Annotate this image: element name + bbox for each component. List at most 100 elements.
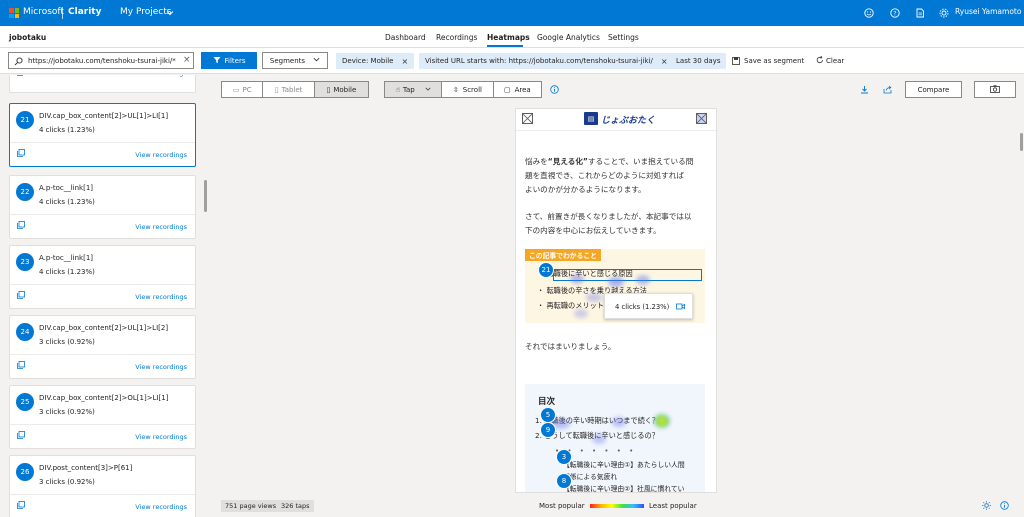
list-item[interactable]: 26 DIV.post_content[3]>P[61] 3 clicks (0.9… [9,455,196,517]
compare-button[interactable]: Compare [905,81,962,98]
view-recordings-link[interactable]: View recordings [135,151,187,159]
page-scrollbar[interactable] [1020,133,1023,151]
chip-device[interactable]: Device: Mobile × [336,53,415,69]
card-divider [10,354,195,355]
device-mobile-label: Mobile [333,85,357,94]
copy-icon[interactable] [17,75,25,78]
product-name[interactable]: Clarity [68,7,101,17]
text-span: 再転職のメリット [546,301,604,310]
device-tablet-label: Tablet [281,85,303,94]
clear-link[interactable]: Clear [826,57,844,65]
toc-link[interactable]: 【転職後に辛い理由②】社風に慣れてい [563,483,684,492]
legend-most-popular: Most popular [539,502,585,510]
screenshot-button[interactable] [974,81,1016,98]
element-clicks: 4 clicks (1.23%) [39,126,95,134]
copy-icon[interactable] [17,221,25,231]
device-mobile-button[interactable]: ▯ Mobile [314,82,368,97]
filters-button[interactable]: Filters [201,52,257,69]
save-as-segment-link[interactable]: Save as segment [744,57,804,65]
clear-icon[interactable] [816,55,824,66]
summary-box-title: この記事でわかること [525,249,601,261]
tab-recordings[interactable]: Recordings [436,33,477,42]
device-tablet-button[interactable]: ▯ Tablet [263,82,315,97]
smiley-icon[interactable] [864,8,874,18]
mode-scroll-button[interactable]: ⇳ Scroll [442,82,494,97]
copy-icon[interactable] [17,431,25,441]
heat-blob [586,293,602,302]
remove-chip-icon[interactable]: × [661,57,668,66]
view-recordings-link[interactable]: View recordings [135,293,187,301]
brand-name: Microsoft [23,7,64,17]
element-clicks: 3 clicks (0.92%) [39,408,95,416]
remove-chip-icon[interactable]: × [402,57,409,66]
taps-badge: 326 taps [277,500,314,512]
brightness-icon[interactable] [982,501,991,510]
url-search-input[interactable]: https://jobotaku.com/tenshoku-tsurai-jik… [8,52,194,69]
list-item[interactable]: 22 A.p-toc__link[1] 4 clicks (1.23%) View r… [9,175,196,239]
user-name[interactable]: Ryusei Yamamoto [955,7,1021,16]
view-recordings-link[interactable]: View recordings [135,433,187,441]
list-item[interactable]: 24 DIV.cap_box_content[2]>UL[1]>LI[2] 3 cl… [9,315,196,379]
document-icon[interactable] [915,8,925,18]
list-item[interactable]: View recordings [9,75,196,93]
site-logo-icon: ▤ [584,112,598,125]
help-icon[interactable]: ? [890,8,900,18]
info-icon[interactable] [1000,501,1009,510]
heat-blob [608,277,624,287]
view-recordings-link[interactable]: View recordings [135,75,187,77]
view-recordings-link[interactable]: View recordings [135,223,187,231]
chip-visited-url[interactable]: Visited URL starts with: https://jobotak… [419,53,674,69]
click-marker[interactable]: 21 [538,262,554,278]
site-header: ▤ じょぶおたく [516,109,716,131]
element-clicks: 3 clicks (0.92%) [39,338,95,346]
copy-icon[interactable] [17,361,25,371]
url-value: https://jobotaku.com/tenshoku-tsurai-jik… [28,57,176,65]
segments-dropdown[interactable]: Segments [262,52,328,69]
settings-icon[interactable] [939,8,949,18]
list-item[interactable]: 21 DIV.cap_box_content[2]>UL[1]>LI[1] 4 cl… [9,103,196,167]
desktop-icon: ▭ [232,85,240,94]
site-logo-text: じょぶおたく [601,116,656,126]
copy-icon[interactable] [17,501,25,511]
list-item[interactable]: 25 DIV.cap_box_content[2]>OL[1]>LI[1] 3 cl… [9,385,196,449]
share-icon[interactable] [883,85,892,94]
heat-blob [570,274,584,284]
broken-image-icon [696,113,707,124]
element-selector: DIV.post_content[3]>P[61] [39,464,133,472]
click-marker[interactable]: 3 [556,449,572,465]
chip-date-label: Last 30 days [676,57,721,65]
my-projects-menu[interactable]: My Projects [120,7,171,17]
view-recordings-link[interactable]: View recordings [135,363,187,371]
search-icon [13,56,23,66]
clear-url-icon[interactable]: × [183,55,191,65]
top-bar: Microsoft Clarity My Projects ? Ryusei Y… [0,0,1024,26]
element-rank-badge: 21 [16,111,34,129]
click-marker[interactable]: 9 [540,422,556,438]
tablet-icon: ▯ [274,85,279,94]
device-pc-label: PC [242,85,252,94]
list-item[interactable]: 23 A.p-toc__link[1] 4 clicks (1.23%) View r… [9,245,196,309]
element-selector: DIV.cap_box_content[2]>UL[1]>LI[1] [39,112,169,120]
info-icon[interactable] [550,85,559,94]
tab-settings[interactable]: Settings [608,33,639,42]
mobile-icon: ▯ [326,85,331,94]
copy-icon[interactable] [17,149,25,159]
element-selector: DIV.cap_box_content[2]>OL[1]>LI[1] [39,394,169,402]
chip-date-range[interactable]: Last 30 days [670,53,727,69]
mode-tap-button[interactable]: ☝ Tap [385,82,443,97]
copy-icon[interactable] [17,291,25,301]
click-marker[interactable]: 5 [540,407,556,423]
save-icon[interactable] [732,57,740,67]
view-recordings-link[interactable]: View recordings [135,503,187,511]
tab-google-analytics[interactable]: Google Analytics [537,33,600,42]
chevron-down-icon[interactable] [166,9,174,17]
recording-icon[interactable] [676,303,685,312]
mode-area-button[interactable]: ▢ Area [494,82,541,97]
download-icon[interactable] [860,85,869,94]
device-pc-button[interactable]: ▭ PC [222,82,264,97]
element-rank-badge: 24 [16,323,34,341]
click-marker[interactable]: 8 [556,473,572,489]
tab-dashboard[interactable]: Dashboard [385,33,426,42]
toc-link[interactable]: 【転職後に辛い理由①】あたらしい人間 [563,459,685,469]
tab-heatmaps[interactable]: Heatmaps [487,33,530,42]
